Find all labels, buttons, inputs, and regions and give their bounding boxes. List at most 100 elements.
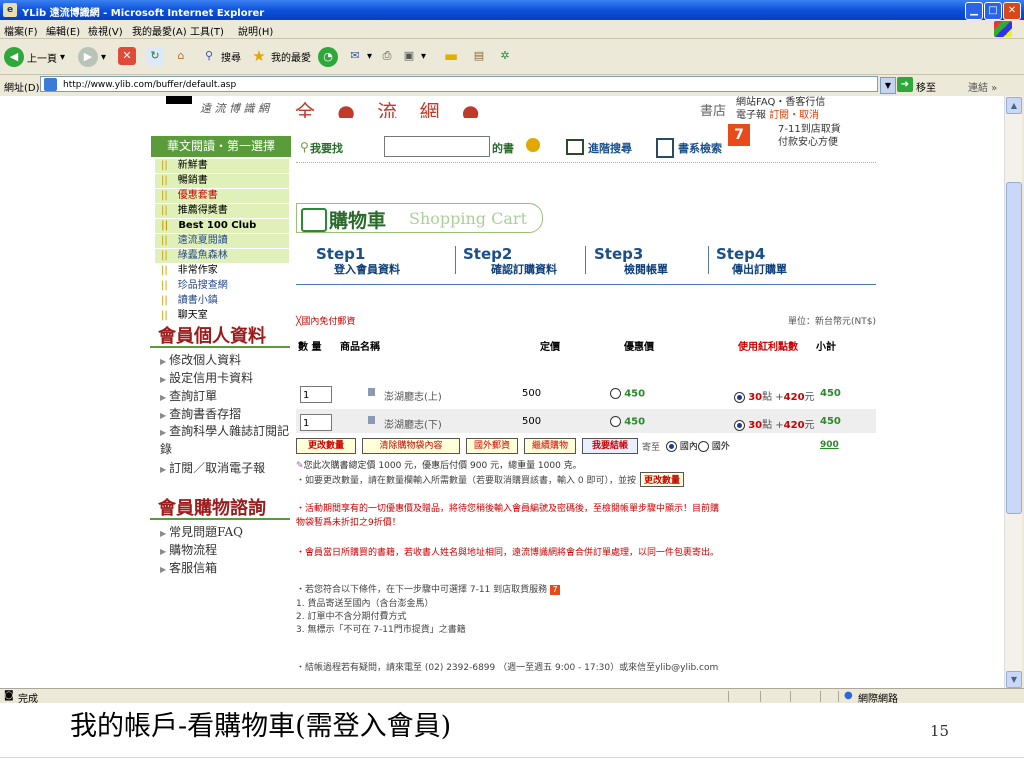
discount-option[interactable]: 450 <box>610 388 645 400</box>
advanced-search-link[interactable]: 進階搜尋 <box>588 140 632 156</box>
scroll-thumb[interactable] <box>1006 182 1022 514</box>
order-summary: ✎您此次購書總定價 1000 元，優惠后付價 900 元，總重量 1000 克。 <box>296 458 582 471</box>
sidebar-item-new[interactable]: || 新鮮書 <box>155 159 289 173</box>
menu-edit[interactable]: 編輯(E) <box>46 23 80 38</box>
stop-button[interactable]: ✕ <box>118 47 136 65</box>
update-qty-button[interactable]: 更改數量 <box>296 438 356 454</box>
overseas-postage-button[interactable]: 國外郵資 <box>466 438 518 454</box>
page-content: 遠 流 博 識 網 全 ● 流 網 ● 站 書店 網站FAQ・香客行信 電子報 … <box>0 96 1004 688</box>
address-dropdown-icon[interactable]: ▼ <box>880 77 896 94</box>
catalog-search-link[interactable]: 書系檢索 <box>678 140 722 156</box>
search-go-icon[interactable] <box>526 138 540 152</box>
checkout-button[interactable]: 我要結帳 <box>582 438 638 454</box>
site-logo[interactable]: 遠 流 博 識 網 <box>160 96 290 118</box>
back-button[interactable]: ◀ 上一頁 ▾ <box>4 47 65 67</box>
menu-view[interactable]: 檢視(V) <box>88 23 123 38</box>
history-button[interactable]: ◔ <box>318 47 338 67</box>
discount-option[interactable]: 450 <box>610 416 645 428</box>
sidebar-item-best100[interactable]: || Best 100 Club <box>155 219 289 233</box>
sidebar-item-town[interactable]: || 讀書小鎮 <box>155 294 289 308</box>
points-radio[interactable] <box>734 419 745 431</box>
scroll-down-icon[interactable]: ▼ <box>1006 671 1022 688</box>
address-input[interactable]: http://www.ylib.com/buffer/default.asp <box>40 76 878 92</box>
member-link-magazine[interactable]: ▶ 查詢科學人雜誌訂閱記錄 <box>150 423 290 457</box>
sidebar-item-chat[interactable]: || 聊天室 <box>155 309 289 323</box>
menu-file[interactable]: 檔案(F) <box>4 23 38 38</box>
book-name[interactable]: 澎湖廳志(上) <box>384 388 442 403</box>
merge-order-note: ・會員當日所購買的書籍，若收書人姓名與地址相同，遠流博識網將會合併訂單處理，以同… <box>296 548 720 558</box>
member-link-profile[interactable]: ▶ 修改個人資料 <box>160 351 241 368</box>
book-search-input[interactable] <box>384 136 490 157</box>
member-link-orders[interactable]: ▶ 查詢訂單 <box>160 387 217 404</box>
member-link-creditcard[interactable]: ▶ 設定信用卡資料 <box>160 369 253 386</box>
history-icon: ◔ <box>318 47 338 67</box>
continue-shopping-button[interactable]: 繼續購物 <box>524 438 576 454</box>
sidebar-item-sets[interactable]: || 優惠套書 <box>155 189 289 203</box>
sidebar-item-authors[interactable]: || 非常作家 <box>155 264 289 278</box>
points-option[interactable]: 30點 +420元 <box>734 416 815 431</box>
discount-radio[interactable] <box>610 416 621 427</box>
links-button[interactable]: 連結 » <box>968 79 997 94</box>
member-link-newsletter[interactable]: ▶ 訂閱／取消電子報 <box>160 459 265 476</box>
consult-link-faq[interactable]: ▶ 常見問題FAQ <box>160 523 243 540</box>
search-button[interactable]: ⚲ 搜尋 <box>200 47 241 65</box>
go-arrow-icon[interactable]: ➜ <box>897 77 913 92</box>
slide-caption: 我的帳戶-看購物車(需登入會員) <box>70 711 452 742</box>
ship-abroad-option[interactable]: 國外 <box>698 439 730 452</box>
promo-note-2: 物袋暫爲未折扣之9折價！ <box>296 518 401 528</box>
maximize-button[interactable]: □ <box>984 2 1002 20</box>
cart-title-en: Shopping Cart <box>409 209 527 228</box>
consult-link-process[interactable]: ▶ 購物流程 <box>160 541 217 558</box>
book-price: 500 <box>522 388 542 399</box>
book-name[interactable]: 澎湖廳志(下) <box>384 416 442 431</box>
favorites-button[interactable]: ★ 我的最愛 <box>250 47 311 65</box>
research-button[interactable]: ▤ <box>470 47 488 65</box>
menu-tools[interactable]: 工具(T) <box>190 23 224 38</box>
vertical-scrollbar[interactable]: ▲ ▼ <box>1004 96 1022 688</box>
consult-link-label: 常見問題FAQ <box>169 525 243 539</box>
newsletter-link[interactable]: 訂閱・取消 <box>769 110 819 121</box>
consult-link-mail[interactable]: ▶ 客服信箱 <box>160 559 217 576</box>
discount-radio[interactable] <box>610 388 621 399</box>
back-label: 上一頁 <box>27 53 57 65</box>
forward-button[interactable]: ▶ ▾ <box>78 47 106 67</box>
home-button[interactable]: ⌂ <box>172 47 190 65</box>
faq-link[interactable]: 網站FAQ・香客行信 <box>736 96 825 109</box>
folder-button[interactable]: ▬ <box>442 47 460 65</box>
sidebar-item-bestseller[interactable]: || 暢銷書 <box>155 174 289 188</box>
member-link-passbook[interactable]: ▶ 查詢書香存摺 <box>160 405 241 422</box>
abroad-radio[interactable] <box>698 441 709 452</box>
go-button[interactable]: 移至 <box>916 79 936 94</box>
promo-note: ・活動期間享有的一切優惠價及贈品，將待您稍後輸入會員編號及密碼後，至檢閱帳單步驟… <box>296 504 720 514</box>
qty-input[interactable]: 1 <box>300 386 332 403</box>
sidebar-item-forest[interactable]: || 綠蠹魚森林 <box>155 249 289 263</box>
qty-input[interactable]: 1 <box>300 414 332 431</box>
mail-button[interactable]: ✉ ▾ <box>346 47 372 65</box>
close-button[interactable]: ✕ <box>1003 2 1021 20</box>
refresh-button[interactable]: ↻ <box>146 47 164 65</box>
sidebar-item-summer[interactable]: || 遠流夏閱讀 <box>155 234 289 248</box>
messenger-button[interactable]: ✲ <box>496 47 514 65</box>
update-qty-inline-button[interactable]: 更改數量 <box>639 472 684 487</box>
clear-cart-button[interactable]: 清除購物袋內容 <box>362 438 460 454</box>
sidebar-item-awards[interactable]: || 推薦得獎書 <box>155 204 289 218</box>
abroad-label: 國外 <box>711 442 730 452</box>
member-link-label: 查詢書香存摺 <box>169 407 242 421</box>
scroll-up-icon[interactable]: ▲ <box>1006 97 1022 114</box>
domestic-radio[interactable] <box>666 441 677 452</box>
edit-button[interactable]: ▣ ▾ <box>400 47 426 65</box>
menu-help[interactable]: 說明(H) <box>238 23 273 38</box>
ship-domestic-option[interactable]: 國內 <box>666 439 698 452</box>
cash-unit: 元 <box>804 420 815 431</box>
minimize-button[interactable]: ▁ <box>965 2 983 20</box>
cart-title: 購物車 <box>329 210 387 232</box>
points-option[interactable]: 30點 +420元 <box>734 388 815 403</box>
points-unit: 點 + <box>762 392 784 403</box>
order-summary-text: 您此次購書總定價 1000 元，優惠后付價 900 元，總重量 1000 克。 <box>303 461 582 471</box>
menu-favorites[interactable]: 我的最愛(A) <box>132 23 187 38</box>
print-button[interactable]: ⎙ <box>378 47 396 65</box>
dropdown-arrow-icon: ▾ <box>367 50 373 62</box>
sidebar-item-rare[interactable]: || 珍品搜查網 <box>155 279 289 293</box>
points-radio[interactable] <box>734 391 745 403</box>
globe-icon: ● <box>844 690 853 701</box>
